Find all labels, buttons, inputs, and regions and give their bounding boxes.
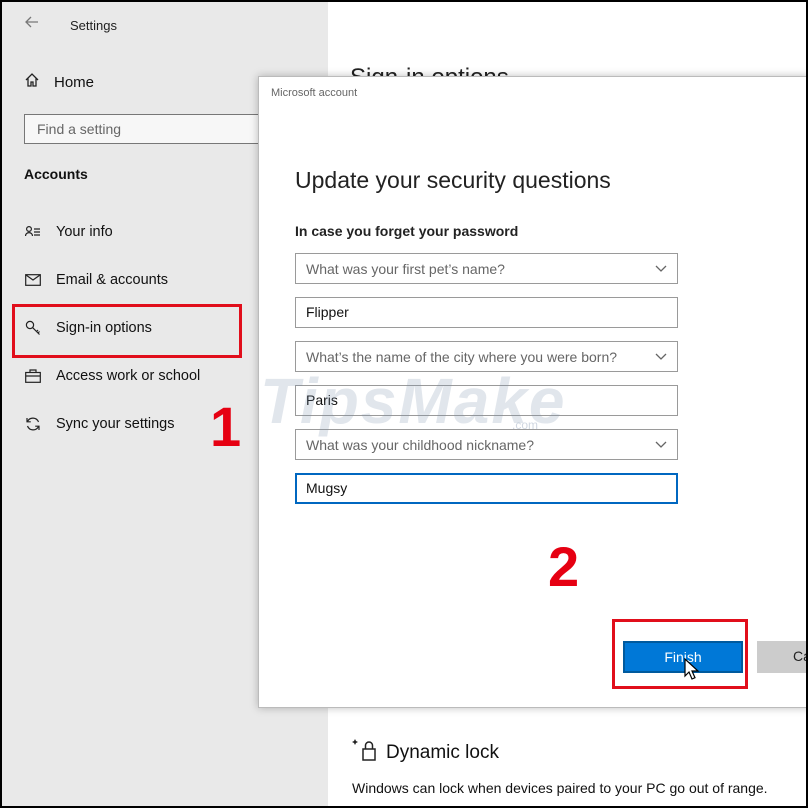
question-text: What’s the name of the city where you we…: [306, 348, 618, 365]
briefcase-icon: [24, 367, 42, 385]
step1-highlight-box: [12, 304, 242, 358]
back-arrow-icon[interactable]: [24, 14, 44, 34]
mouse-cursor-icon: [684, 657, 700, 680]
home-label: Home: [54, 73, 95, 91]
home-icon: [24, 72, 40, 92]
watermark-suffix: .com: [512, 418, 539, 432]
dynamic-lock-title: Dynamic lock: [386, 742, 499, 763]
dynamic-lock-icon: [352, 738, 378, 768]
dialog-title: Update your security questions: [295, 167, 611, 193]
cancel-button-label: Cancel: [793, 648, 806, 664]
sidebar-item-sync-settings[interactable]: Sync your settings: [24, 415, 174, 433]
security-question-1-select[interactable]: What was your first pet’s name?: [295, 253, 678, 284]
step2-number: 2: [548, 535, 580, 598]
home-nav-item[interactable]: Home: [24, 72, 94, 92]
sync-icon: [24, 415, 42, 433]
dialog-caption: Microsoft account: [271, 87, 358, 99]
question-text: What was your first pet’s name?: [306, 260, 505, 277]
sidebar-item-access-work-school[interactable]: Access work or school: [24, 367, 200, 385]
chevron-down-icon: [655, 261, 667, 277]
sidebar-item-your-info[interactable]: Your info: [24, 223, 113, 241]
sidebar-item-label: Email & accounts: [56, 272, 169, 288]
chevron-down-icon: [655, 349, 667, 365]
dynamic-lock-heading: Dynamic lock: [352, 738, 499, 768]
sidebar-item-label: Your info: [56, 224, 113, 240]
question-text: What was your childhood nickname?: [306, 436, 535, 453]
person-card-icon: [24, 223, 42, 241]
sidebar-item-label: Sync your settings: [56, 416, 175, 432]
section-heading: Accounts: [24, 166, 88, 182]
security-answer-3-input[interactable]: Mugsy: [295, 473, 678, 504]
sidebar-item-email-accounts[interactable]: Email & accounts: [24, 271, 168, 289]
mail-icon: [24, 271, 42, 289]
app-title: Settings: [70, 18, 117, 33]
step1-number: 1: [210, 395, 242, 458]
screenshot-frame: Settings Home Find a setting Accounts Yo…: [0, 0, 808, 808]
security-answer-1-input[interactable]: Flipper: [295, 297, 678, 328]
dialog-subtitle: In case you forget your password: [295, 223, 519, 239]
sidebar-item-label: Access work or school: [56, 368, 201, 384]
dynamic-lock-description: Windows can lock when devices paired to …: [352, 780, 768, 796]
step2-highlight-box: [612, 619, 748, 689]
cancel-button[interactable]: Cancel: [757, 641, 806, 673]
chevron-down-icon: [655, 437, 667, 453]
